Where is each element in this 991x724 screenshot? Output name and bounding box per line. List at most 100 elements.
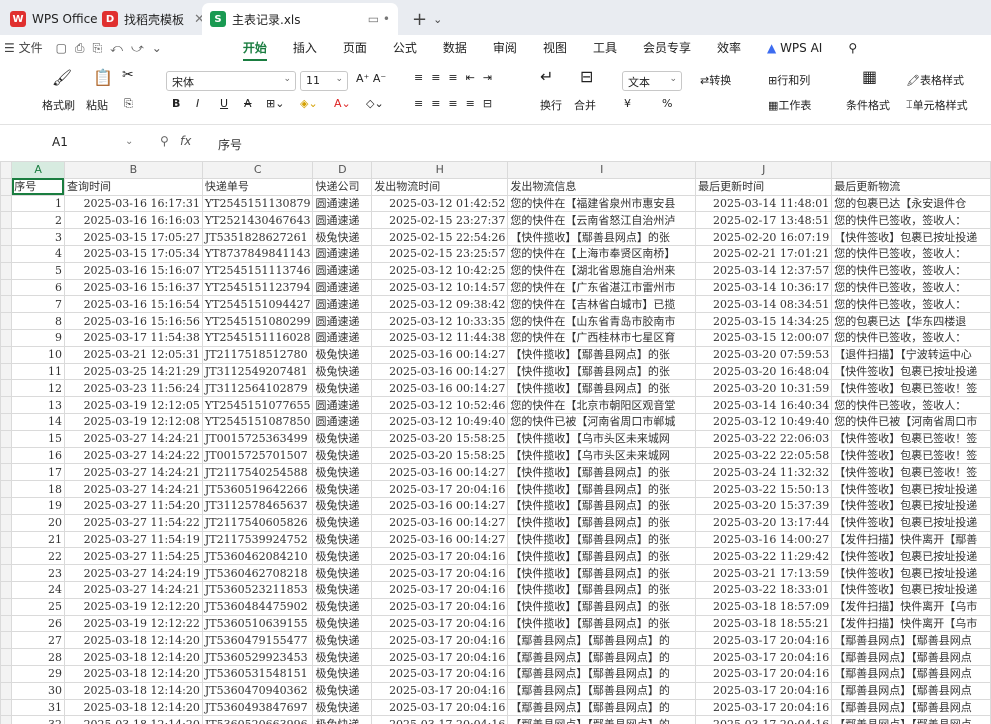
table-cell[interactable]: JT5360484475902 — [201, 597, 314, 616]
table-cell[interactable]: 3 — [11, 228, 65, 246]
table-cell[interactable]: 2025-03-27 11:54:20 — [63, 496, 203, 515]
table-cell[interactable]: 1 — [11, 194, 65, 213]
header-cell[interactable]: 最后更新时间 — [695, 177, 833, 196]
bold-button[interactable]: B — [172, 97, 180, 110]
table-style-button[interactable]: 🖍 表格样式 — [906, 72, 964, 88]
row-header[interactable] — [0, 328, 13, 347]
table-cell[interactable]: 【鄢善县网点】【鄢善县网点】的 — [507, 715, 697, 724]
table-cell[interactable]: JT5360462084210 — [201, 547, 314, 566]
table-cell[interactable]: 【鄢善县网点】【鄢善县网点 — [831, 698, 991, 717]
row-header[interactable] — [0, 429, 13, 448]
row-header[interactable] — [0, 614, 13, 633]
table-cell[interactable]: YT8737849841143 — [201, 244, 314, 263]
merge-button[interactable]: 合并 — [574, 97, 596, 113]
table-cell[interactable]: 2025-03-17 11:54:38 — [63, 328, 203, 347]
table-cell[interactable]: 2025-03-16 15:16:07 — [63, 261, 203, 280]
table-cell[interactable]: 7 — [11, 295, 65, 314]
menu-insert[interactable]: 插入 — [280, 35, 330, 61]
column-header[interactable] — [831, 161, 991, 179]
row-header[interactable] — [0, 580, 13, 599]
table-cell[interactable]: 2025-03-14 10:36:17 — [695, 278, 833, 297]
header-cell[interactable]: 发出物流时间 — [371, 177, 509, 196]
table-cell[interactable]: 2025-03-16 00:14:27 — [371, 379, 509, 398]
spreadsheet-grid[interactable]: ABCDHIJ 序号 查询时间 快递单号 快递公司 发出物流时间 发出物流信息 最后更新时间… — [0, 161, 991, 724]
table-cell[interactable]: 2025-03-16 00:14:27 — [371, 530, 509, 549]
table-cell[interactable]: 2025-03-12 10:42:25 — [371, 261, 509, 280]
row-header[interactable] — [0, 295, 13, 314]
table-cell[interactable]: 2025-03-19 12:12:22 — [63, 614, 203, 633]
quick-access-icons[interactable]: ▢⎙⎘⤺⤻⌄ — [56, 41, 170, 56]
table-cell[interactable]: 【快件揽收】【乌市头区未来城网 — [507, 446, 697, 465]
row-header[interactable] — [0, 312, 13, 330]
table-cell[interactable]: 极兔快递 — [312, 547, 373, 566]
table-cell[interactable]: 您的快件已签收，签收人： — [831, 278, 991, 297]
table-cell[interactable]: 2025-03-20 15:58:25 — [371, 446, 509, 465]
table-cell[interactable]: 极兔快递 — [312, 496, 373, 515]
table-cell[interactable]: 2025-03-18 12:14:20 — [63, 631, 203, 650]
table-cell[interactable]: 2025-03-16 00:14:27 — [371, 362, 509, 381]
column-header[interactable]: I — [507, 161, 697, 179]
table-cell[interactable]: 2025-03-19 12:12:08 — [63, 412, 203, 431]
cond-format-icon[interactable]: ▦ — [862, 67, 877, 86]
table-cell[interactable]: 极兔快递 — [312, 715, 373, 724]
formula-input[interactable]: 序号 — [218, 136, 242, 153]
paste-icon[interactable]: 📋 — [88, 67, 118, 87]
table-cell[interactable]: 【快件揽收】【鄢善县网点】的张 — [507, 564, 697, 582]
table-cell[interactable]: 您的快件已被【河南省周口市郸城 — [507, 412, 697, 431]
table-cell[interactable]: JT5360531548151 — [201, 664, 314, 683]
table-cell[interactable]: 2025-03-17 20:04:16 — [371, 681, 509, 700]
table-cell[interactable]: 2025-03-22 22:05:58 — [695, 446, 833, 465]
table-cell[interactable]: JT5360529923453 — [201, 648, 314, 666]
merge-icon[interactable]: ⊟ — [580, 67, 593, 86]
table-cell[interactable]: 2025-03-15 14:34:25 — [695, 312, 833, 330]
table-cell[interactable]: 2025-03-18 12:14:20 — [63, 715, 203, 724]
table-cell[interactable]: 极兔快递 — [312, 648, 373, 666]
column-header[interactable]: C — [201, 161, 314, 179]
table-cell[interactable]: 【鄢善县网点】【鄢善县网点 — [831, 715, 991, 724]
table-cell[interactable]: JT5360519642266 — [201, 480, 314, 498]
table-cell[interactable]: 2025-03-20 15:37:39 — [695, 496, 833, 515]
wrap-button[interactable]: 换行 — [540, 97, 562, 113]
table-cell[interactable]: YT2545151094427 — [201, 295, 314, 314]
table-cell[interactable]: 【快件揽收】【鄢善县网点】的张 — [507, 228, 697, 246]
table-cell[interactable]: 【快件揽收】【鄢善县网点】的张 — [507, 362, 697, 381]
table-cell[interactable]: 【鄢善县网点】【鄢善县网点 — [831, 648, 991, 666]
table-cell[interactable]: 2025-03-16 15:16:54 — [63, 295, 203, 314]
rows-cols-button[interactable]: ⊞ 行和列 — [768, 72, 810, 88]
table-cell[interactable]: 2025-03-17 20:04:16 — [695, 698, 833, 717]
row-header[interactable] — [0, 396, 13, 414]
font-color-icon[interactable]: A⌄ — [334, 97, 351, 110]
font-size-select[interactable]: 11 ⌄ — [300, 71, 348, 91]
menu-wps-ai[interactable]: ▲ WPS AI — [754, 35, 835, 61]
table-cell[interactable]: 极兔快递 — [312, 681, 373, 700]
table-cell[interactable]: 2025-03-27 14:24:22 — [63, 446, 203, 465]
table-cell[interactable]: 您的快件在【广东省湛江市雷州市 — [507, 278, 697, 297]
table-cell[interactable]: 您的快件在【山东省青岛市胶南市 — [507, 312, 697, 330]
search-icon[interactable]: ⚲ — [835, 35, 870, 61]
table-cell[interactable]: 【快件签收】包裹已按址投递 — [831, 496, 991, 515]
table-cell[interactable]: 2025-03-22 11:29:42 — [695, 547, 833, 566]
table-cell[interactable]: 13 — [11, 396, 65, 414]
table-cell[interactable]: 【快件揽收】【鄢善县网点】的张 — [507, 345, 697, 364]
table-cell[interactable]: 极兔快递 — [312, 480, 373, 498]
table-cell[interactable]: 2025-03-17 20:04:16 — [371, 597, 509, 616]
table-cell[interactable]: 【鄢善县网点】【鄢善县网点 — [831, 681, 991, 700]
table-cell[interactable]: 您的快件已被【河南省周口市 — [831, 412, 991, 431]
table-cell[interactable]: 2025-02-15 23:25:57 — [371, 244, 509, 263]
menu-file[interactable]: ☰ 文件 — [0, 35, 56, 61]
table-cell[interactable]: 极兔快递 — [312, 228, 373, 246]
header-cell[interactable]: 最后更新物流 — [831, 177, 991, 196]
table-cell[interactable]: 极兔快递 — [312, 463, 373, 482]
table-cell[interactable]: 2025-03-17 20:04:16 — [371, 564, 509, 582]
table-cell[interactable]: 2025-03-17 20:04:16 — [695, 631, 833, 650]
fx-icon[interactable]: fx — [180, 134, 191, 148]
table-cell[interactable]: 2025-03-18 12:14:20 — [63, 681, 203, 700]
table-cell[interactable]: 2025-03-19 12:12:20 — [63, 597, 203, 616]
table-cell[interactable]: 2025-02-20 16:07:19 — [695, 228, 833, 246]
table-cell[interactable]: 【快件签收】包裹已按址投递 — [831, 513, 991, 532]
table-cell[interactable]: 您的快件已签收，签收人： — [831, 295, 991, 314]
table-cell[interactable]: 【鄢善县网点】【鄢善县网点】的 — [507, 698, 697, 717]
table-cell[interactable]: 【鄢善县网点】【鄢善县网点】的 — [507, 648, 697, 666]
table-cell[interactable]: 您的快件在【广西桂林市七星区育 — [507, 328, 697, 347]
row-header[interactable] — [0, 698, 13, 717]
